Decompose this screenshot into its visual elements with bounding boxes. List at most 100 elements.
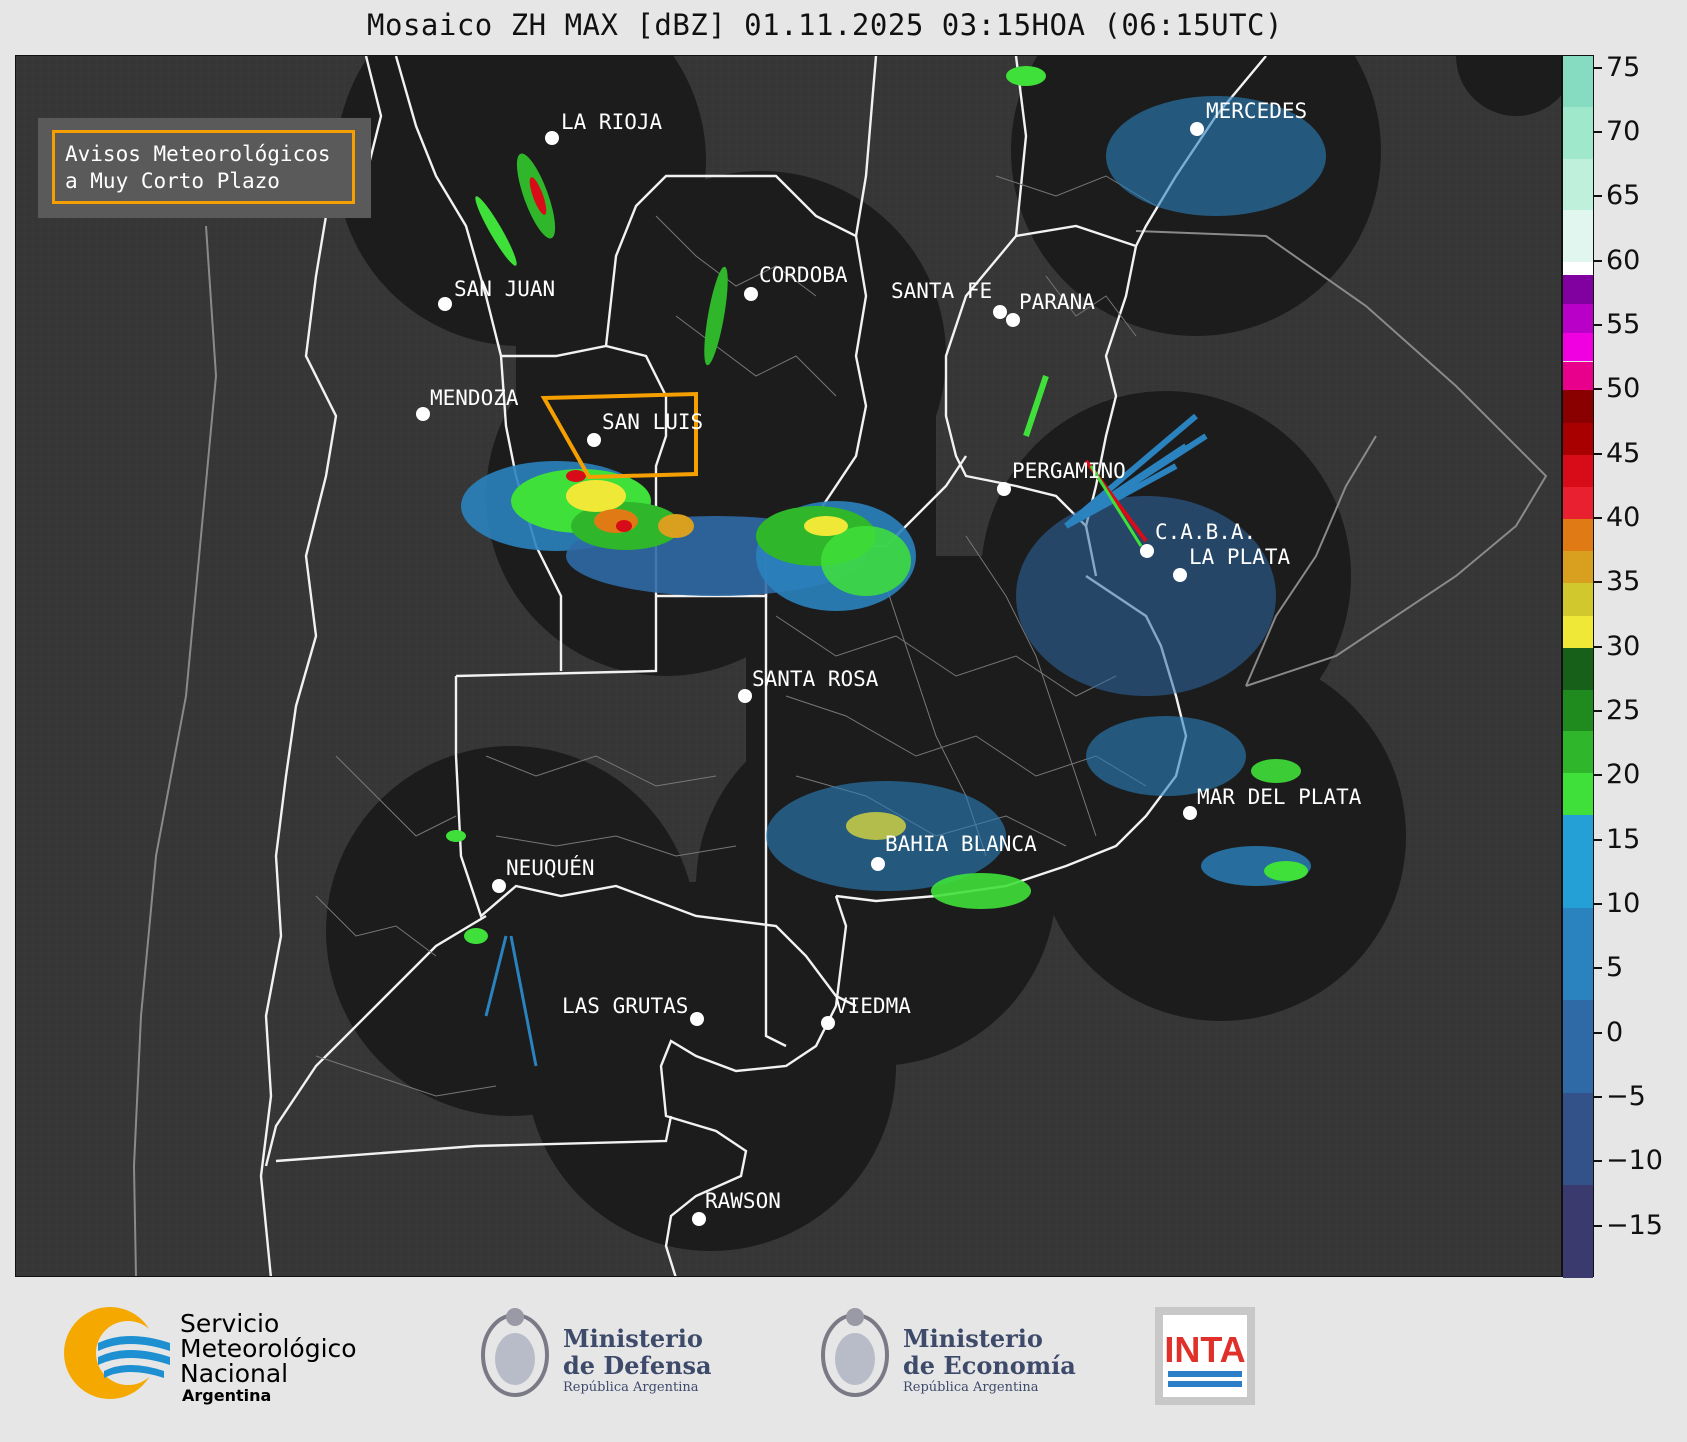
colorbar-tick bbox=[1594, 581, 1602, 584]
defensa-line3: República Argentina bbox=[563, 1380, 699, 1395]
defensa-logo[interactable]: Ministerio de Defensa República Argentin… bbox=[481, 1308, 712, 1397]
city-label-viedma: VIEDMA bbox=[835, 994, 911, 1018]
colorbar-tick-label: 60 bbox=[1606, 244, 1641, 276]
colorbar-tick bbox=[1594, 259, 1602, 262]
colorbar-tick bbox=[1594, 195, 1602, 198]
map-title: Mosaico ZH MAX [dBZ] 01.11.2025 03:15HOA… bbox=[367, 8, 1283, 42]
colorbar-tick bbox=[1594, 645, 1602, 648]
city-label-la-rioja: LA RIOJA bbox=[561, 110, 663, 134]
city-label-mendoza: MENDOZA bbox=[430, 386, 519, 410]
radar-map[interactable]: LA RIOJA MERCEDES SAN JUAN CORDOBA SANTA… bbox=[15, 55, 1562, 1277]
warning-legend[interactable]: Avisos Meteorológicos a Muy Corto Plazo bbox=[38, 118, 371, 218]
colorbar-tick-label: 50 bbox=[1606, 373, 1641, 405]
city-label-bahia-blanca: BAHIA BLANCA bbox=[885, 832, 1037, 856]
colorbar-segment bbox=[1563, 615, 1593, 648]
colorbar-segment bbox=[1563, 1185, 1593, 1278]
colorbar-tick-label: 35 bbox=[1606, 566, 1641, 598]
colorbar-tick bbox=[1594, 902, 1602, 905]
colorbar-segment bbox=[1563, 647, 1593, 690]
colorbar-segment bbox=[1563, 210, 1593, 262]
dbz-colorbar bbox=[1562, 55, 1594, 1278]
colorbar-tick bbox=[1594, 710, 1602, 713]
colorbar-segment bbox=[1563, 158, 1593, 211]
colorbar-segment bbox=[1563, 107, 1593, 159]
colorbar-tick-label: 30 bbox=[1606, 630, 1641, 662]
city-label-santa-rosa: SANTA ROSA bbox=[752, 667, 879, 691]
colorbar-segment bbox=[1563, 422, 1593, 455]
colorbar-segment bbox=[1563, 731, 1593, 774]
colorbar-tick bbox=[1594, 774, 1602, 777]
colorbar-segment bbox=[1563, 551, 1593, 584]
colorbar-tick-label: 0 bbox=[1606, 1016, 1624, 1048]
colorbar-segment bbox=[1563, 332, 1593, 362]
colorbar-tick-label: 70 bbox=[1606, 116, 1641, 148]
colorbar-tick-label: 15 bbox=[1606, 823, 1641, 855]
colorbar-segment bbox=[1563, 303, 1593, 333]
city-label-la-plata: LA PLATA bbox=[1189, 545, 1291, 569]
colorbar-segment bbox=[1563, 486, 1593, 520]
colorbar-tick bbox=[1594, 967, 1602, 970]
city-label-parana: PARANA bbox=[1019, 290, 1095, 314]
colorbar-tick-label: 10 bbox=[1606, 887, 1641, 919]
defensa-line1: Ministerio bbox=[563, 1324, 703, 1353]
colorbar-tick-label: 25 bbox=[1606, 695, 1641, 727]
city-label-neuquen: NEUQUÉN bbox=[506, 855, 595, 880]
colorbar-tick bbox=[1594, 388, 1602, 391]
city-label-rawson: RAWSON bbox=[705, 1189, 781, 1213]
city-label-pergamino: PERGAMINO bbox=[1012, 459, 1126, 483]
colorbar-segment bbox=[1563, 361, 1593, 391]
colorbar-tick bbox=[1594, 131, 1602, 134]
colorbar-tick bbox=[1594, 517, 1602, 520]
economia-logo[interactable]: Ministerio de Economía República Argenti… bbox=[821, 1308, 1076, 1397]
map-canvas: LA RIOJA MERCEDES SAN JUAN CORDOBA SANTA… bbox=[16, 56, 1561, 1276]
logos-canvas: Servicio Meteorológico Nacional Argentin… bbox=[64, 1307, 1255, 1405]
colorbar-tick-label: −10 bbox=[1606, 1145, 1663, 1177]
colorbar-segment bbox=[1563, 814, 1593, 908]
colorbar-tick bbox=[1594, 452, 1602, 455]
colorbar-tick-label: −5 bbox=[1606, 1080, 1646, 1112]
colorbar-segment bbox=[1563, 56, 1593, 108]
colorbar-tick bbox=[1594, 324, 1602, 327]
city-label-las-grutas: LAS GRUTAS bbox=[562, 994, 688, 1018]
colorbar-tick bbox=[1594, 66, 1602, 69]
colorbar-segment bbox=[1563, 583, 1593, 616]
colorbar-segment bbox=[1563, 454, 1593, 487]
colorbar-segment bbox=[1563, 390, 1593, 423]
smn-logo[interactable]: Servicio Meteorológico Nacional Argentin… bbox=[64, 1307, 357, 1405]
colorbar-segment bbox=[1563, 907, 1593, 1001]
warning-legend-line2: a Muy Corto Plazo bbox=[65, 169, 280, 193]
colorbar-tick-label: 65 bbox=[1606, 180, 1641, 212]
city-label-santa-fe: SANTA FE bbox=[891, 279, 992, 303]
colorbar-tick-label: 55 bbox=[1606, 309, 1641, 341]
colorbar-tick-label: 45 bbox=[1606, 437, 1641, 469]
colorbar-segment bbox=[1563, 519, 1593, 552]
smn-line4: Argentina bbox=[182, 1386, 271, 1405]
colorbar-tick-label: 75 bbox=[1606, 51, 1641, 83]
colorbar-segment bbox=[1563, 1092, 1593, 1186]
colorbar-tick bbox=[1594, 1095, 1602, 1098]
colorbar-segment bbox=[1563, 689, 1593, 732]
colorbar-tick-label: 20 bbox=[1606, 759, 1641, 791]
colorbar-segment bbox=[1563, 1000, 1593, 1093]
colorbar-tick bbox=[1594, 838, 1602, 841]
defensa-line2: de Defensa bbox=[563, 1351, 712, 1380]
colorbar-tick bbox=[1594, 1031, 1602, 1034]
city-label-san-luis: SAN LUIS bbox=[602, 410, 703, 434]
city-label-caba: C.A.B.A. bbox=[1155, 520, 1256, 544]
colorbar-tick-label: 5 bbox=[1606, 952, 1624, 984]
inta-label: INTA bbox=[1164, 1329, 1245, 1370]
inta-logo[interactable]: INTA bbox=[1155, 1307, 1255, 1405]
colorbar-tick bbox=[1594, 1160, 1602, 1163]
colorbar-segment bbox=[1563, 274, 1593, 304]
footer-logos: Servicio Meteorológico Nacional Argentin… bbox=[0, 1277, 1687, 1438]
city-label-cordoba: CORDOBA bbox=[759, 263, 848, 287]
economia-line3: República Argentina bbox=[903, 1380, 1039, 1395]
economia-line1: Ministerio bbox=[903, 1324, 1043, 1353]
city-label-mercedes: MERCEDES bbox=[1206, 99, 1307, 123]
warning-legend-frame: Avisos Meteorológicos a Muy Corto Plazo bbox=[52, 130, 355, 204]
city-label-san-juan: SAN JUAN bbox=[454, 277, 555, 301]
colorbar-tick bbox=[1594, 1224, 1602, 1227]
city-label-mar-del-plata: MAR DEL PLATA bbox=[1197, 785, 1362, 809]
colorbar-segment bbox=[1563, 261, 1593, 275]
smn-line3: Nacional bbox=[180, 1359, 288, 1388]
